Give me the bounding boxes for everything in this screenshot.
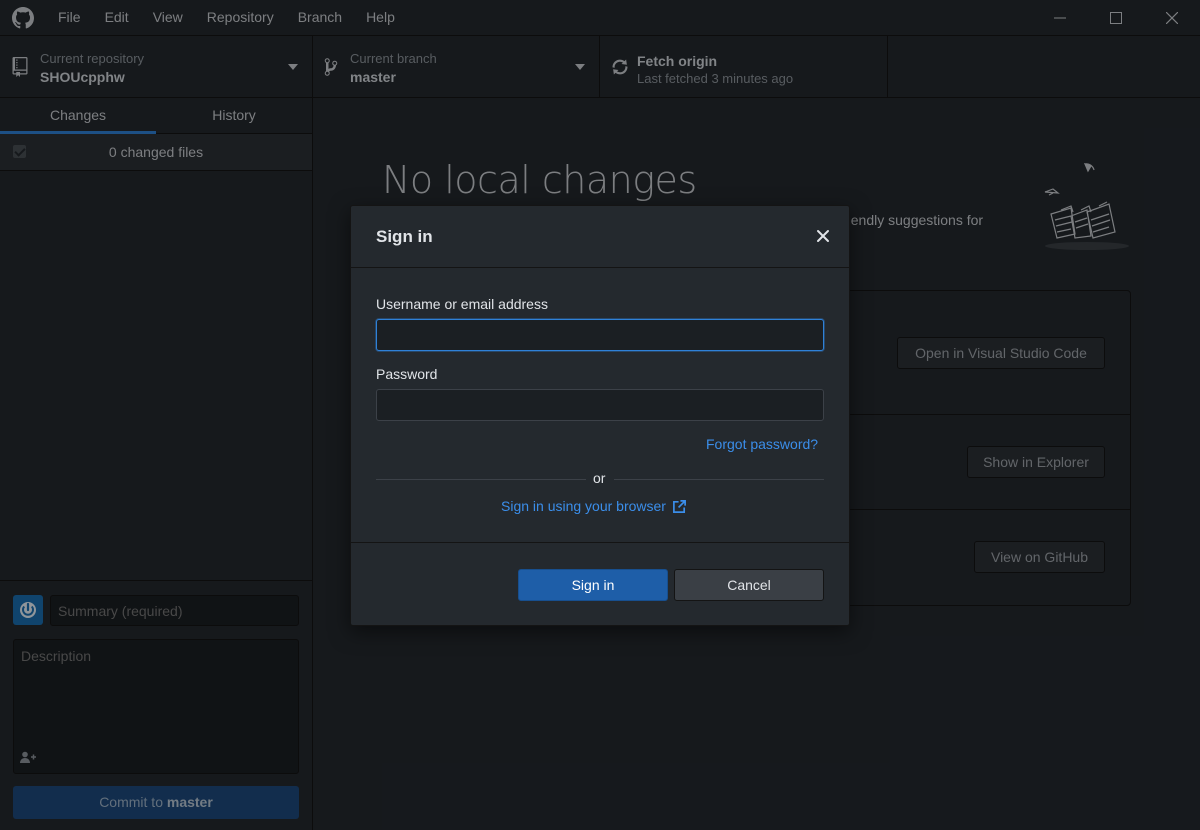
forgot-password-link[interactable]: Forgot password?: [706, 436, 818, 452]
dialog-footer: Sign in Cancel: [351, 542, 849, 625]
browser-link-label: Sign in using your browser: [501, 498, 666, 514]
external-link-icon: [673, 499, 686, 513]
cancel-button[interactable]: Cancel: [674, 569, 824, 601]
dialog-title: Sign in: [376, 227, 433, 246]
divider-left: [376, 479, 586, 480]
dialog-header: Sign in: [351, 206, 849, 268]
close-icon[interactable]: [815, 228, 831, 244]
password-label: Password: [376, 366, 438, 382]
password-input[interactable]: [376, 389, 824, 421]
username-label: Username or email address: [376, 296, 548, 312]
divider-right: [614, 479, 824, 480]
sign-in-button[interactable]: Sign in: [518, 569, 668, 601]
sign-in-browser-link[interactable]: Sign in using your browser: [501, 498, 687, 514]
or-separator: or: [593, 470, 606, 486]
username-input[interactable]: [376, 319, 824, 351]
sign-in-dialog: Sign in Username or email address Passwo…: [350, 205, 850, 626]
